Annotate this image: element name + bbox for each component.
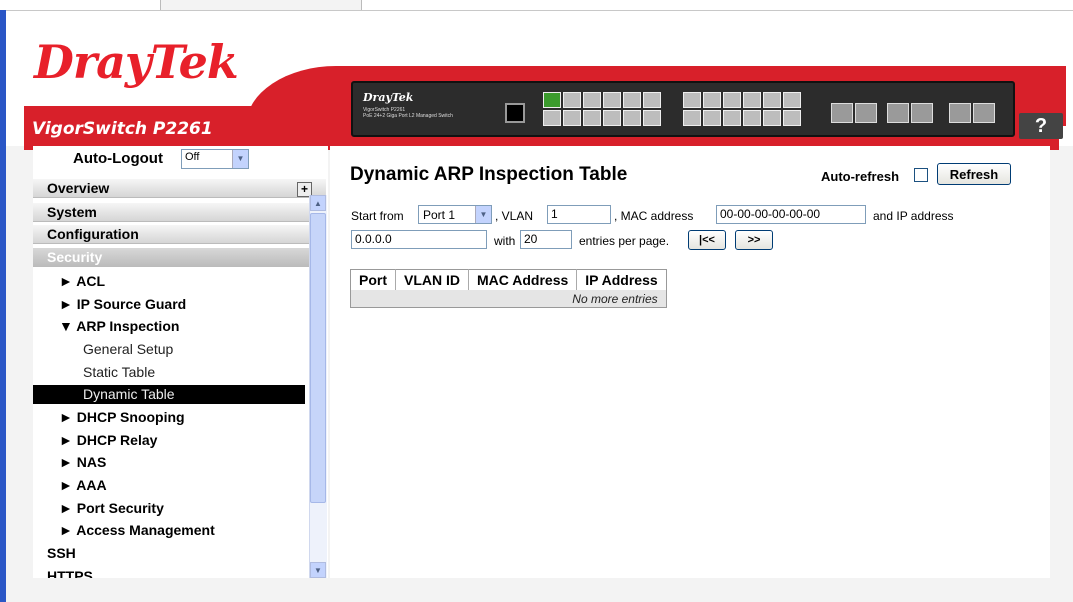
auto-refresh-checkbox[interactable] [914,168,928,182]
port-icon [783,92,801,108]
port-icon [543,110,561,126]
port-icon [643,92,661,108]
port-icon [683,110,701,126]
port-icon [623,110,641,126]
col-mac-address: MAC Address [468,269,578,290]
sfp-port-icon [855,103,877,123]
next-page-button[interactable]: >> [735,230,773,250]
menu-dhcp-relay[interactable]: ► DHCP Relay [59,432,157,448]
auto-logout-select[interactable]: Off ▼ [181,149,249,169]
port-icon [583,110,601,126]
port-icon [603,110,621,126]
header-banner: DrayTek VigorSwitch P2261 DrayTek VigorS… [6,11,1073,150]
switch-front-panel-image: DrayTek VigorSwitch P2261 PoE 24+2 Giga … [351,81,1015,137]
menu-ip-source-guard[interactable]: ► IP Source Guard [59,296,186,312]
table-header-row: Port VLAN ID MAC Address IP Address [350,269,667,290]
menu-port-security[interactable]: ► Port Security [59,500,164,516]
port-icon [683,92,701,108]
menu-scroll-area: System Configuration Security ► ACL ► IP… [33,203,326,578]
auto-logout-value: Off [185,151,200,163]
ip-address-input[interactable]: 0.0.0.0 [351,230,487,249]
menu-nas[interactable]: ► NAS [59,454,106,470]
menu-security[interactable]: Security [33,248,326,267]
menu-overview-label: Overview [47,180,110,196]
col-ip-address: IP Address [576,269,667,290]
entries-per-page-input[interactable]: 20 [520,230,572,249]
port-select-value: Port 1 [423,208,456,222]
port-icon [703,92,721,108]
console-port-icon [505,103,525,123]
menu-overview[interactable]: Overview + [33,179,326,198]
port-icon [563,92,581,108]
with-label: with [494,234,516,248]
page-title: Dynamic ARP Inspection Table [350,164,628,185]
port-icon [623,92,641,108]
port-icon [543,92,561,108]
vlan-input[interactable]: 1 [547,205,611,224]
arp-table: Port VLAN ID MAC Address IP Address No m… [350,269,667,308]
sfp-port-icon [911,103,933,123]
no-entries-text: No more entries [350,290,667,308]
main-content: Dynamic ARP Inspection Table Auto-refres… [330,146,1050,578]
col-port: Port [350,269,396,290]
ip-address-label: and IP address [873,209,954,223]
menu-arp-inspection[interactable]: ▼ ARP Inspection [59,318,179,334]
mac-address-input[interactable]: 00-00-00-00-00-00 [716,205,866,224]
mac-address-label: , MAC address [614,209,694,223]
vlan-label: , VLAN [495,209,534,223]
menu-https[interactable]: HTTPS [47,568,93,578]
port-icon [763,92,781,108]
sfp-port-icon [973,103,995,123]
help-button[interactable]: ? [1019,113,1063,139]
chevron-down-icon: ▼ [475,206,491,223]
port-icon [603,92,621,108]
port-icon [643,110,661,126]
browser-tab [160,0,362,10]
auto-refresh-label: Auto-refresh [821,169,900,184]
scroll-up-icon[interactable]: ▲ [310,195,326,211]
menu-dynamic-table[interactable]: Dynamic Table [33,385,305,404]
device-model: VigorSwitch P2261 PoE 24+2 Giga Port L2 … [363,107,453,119]
port-icon [783,110,801,126]
menu-static-table[interactable]: Static Table [83,364,155,380]
table-row: No more entries [350,290,667,308]
sfp-port-icon [949,103,971,123]
port-icon [703,110,721,126]
menu-ssh[interactable]: SSH [47,545,76,561]
sfp-port-icon [887,103,909,123]
scroll-thumb[interactable] [310,213,326,503]
port-icon [743,110,761,126]
menu-acl[interactable]: ► ACL [59,273,105,289]
port-icon [743,92,761,108]
entries-per-page-label: entries per page. [579,234,670,248]
menu-general-setup[interactable]: General Setup [83,341,173,357]
menu-dhcp-snooping[interactable]: ► DHCP Snooping [59,409,185,425]
device-brand: DrayTek [363,91,414,104]
menu-system[interactable]: System [33,203,326,222]
model-name: VigorSwitch P2261 [32,119,213,139]
sidebar: Auto-Logout Off ▼ Overview + System Conf… [33,146,328,578]
port-icon [583,92,601,108]
port-icon [563,110,581,126]
menu-aaa[interactable]: ► AAA [59,477,107,493]
sfp-port-icon [831,103,853,123]
port-icon [723,110,741,126]
draytek-logo: DrayTek [34,35,239,89]
refresh-button[interactable]: Refresh [937,163,1011,185]
menu-configuration[interactable]: Configuration [33,225,326,244]
chevron-down-icon: ▼ [232,150,248,168]
scroll-down-icon[interactable]: ▼ [310,562,326,578]
menu-access-management[interactable]: ► Access Management [59,522,215,538]
sidebar-scrollbar[interactable]: ▲ ▼ [309,195,327,578]
col-vlan-id: VLAN ID [395,269,469,290]
device-model-desc: PoE 24+2 Giga Port L2 Managed Switch [363,113,453,119]
port-icon [763,110,781,126]
port-icon [723,92,741,108]
first-page-button[interactable]: |<< [688,230,726,250]
auto-logout-label: Auto-Logout [73,150,163,167]
port-select[interactable]: Port 1 ▼ [418,205,492,224]
start-from-label: Start from [351,209,404,223]
